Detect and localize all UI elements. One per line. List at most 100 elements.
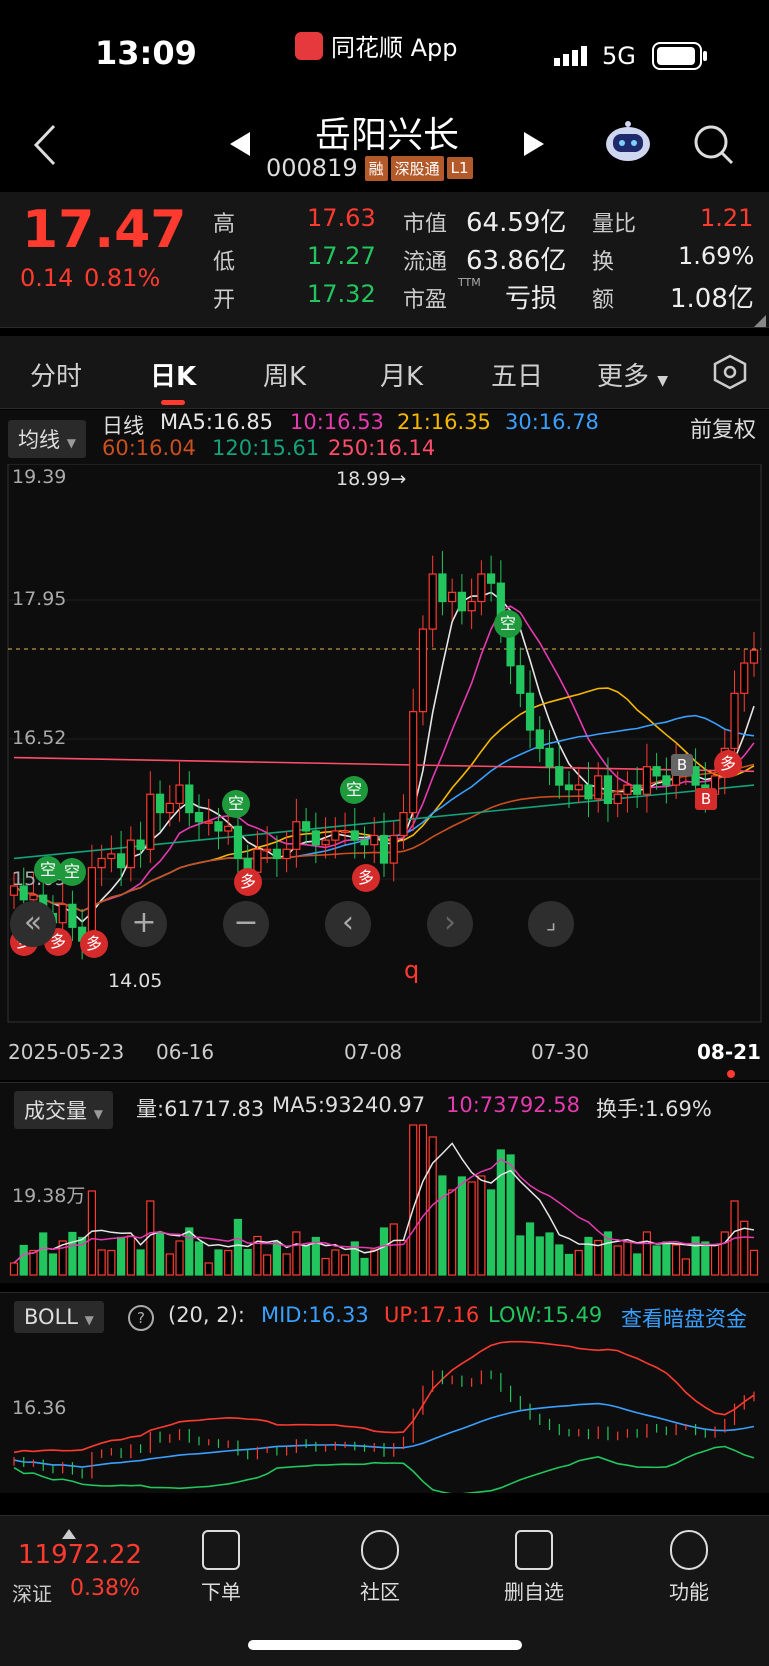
ma120-value: 120:15.61 — [212, 436, 320, 460]
prev-stock-icon[interactable] — [228, 130, 252, 162]
tab-weekly-k[interactable]: 周K — [263, 356, 306, 393]
robot-assistant-icon[interactable] — [603, 118, 653, 168]
candle-body — [428, 573, 437, 630]
volume-bar — [224, 1249, 233, 1276]
prev-icon[interactable]: ‹ — [325, 901, 371, 947]
volume-svg — [9, 1124, 759, 1276]
order-label: 下单 — [201, 1580, 241, 1604]
volume-bar — [292, 1231, 301, 1276]
volume-bar — [19, 1244, 28, 1276]
candle-body — [29, 894, 38, 901]
back-icon[interactable] — [30, 122, 60, 172]
next-stock-icon[interactable] — [522, 130, 546, 162]
candle-body — [545, 747, 554, 768]
tab-daily-k[interactable]: 日K — [150, 356, 196, 393]
ma5-value: MA5:16.85 — [160, 410, 274, 434]
boll-panel[interactable]: BOLL ▼ ? (20, 2): MID:16.33 UP:17.16 LOW… — [0, 1292, 769, 1493]
stock-name: 岳阳兴长 — [315, 115, 460, 156]
signal-duo[interactable]: 多 — [80, 930, 108, 958]
rewind-icon[interactable]: « — [10, 901, 56, 947]
candle-body — [233, 825, 243, 860]
volume-bar — [574, 1249, 583, 1276]
expand-corner-icon[interactable] — [754, 312, 766, 331]
volume-bar — [584, 1236, 593, 1276]
volume-bar — [97, 1249, 106, 1276]
ma21-value: 21:16.35 — [397, 410, 491, 434]
signal-buy-red[interactable]: B — [695, 788, 717, 810]
candle-body — [457, 591, 466, 612]
candle-body — [185, 784, 194, 814]
order-button[interactable]: 下单 — [176, 1530, 266, 1605]
next-icon[interactable]: › — [427, 901, 473, 947]
candle-body — [97, 857, 106, 869]
candle-body — [574, 784, 583, 791]
zoom-out-icon[interactable]: − — [223, 901, 269, 947]
home-indicator — [248, 1640, 522, 1650]
badge-l1: L1 — [446, 157, 473, 179]
pe-value: 亏损 — [505, 284, 558, 314]
signal-kong[interactable]: 空 — [340, 776, 368, 804]
ma60-value: 60:16.04 — [102, 436, 196, 460]
today-dot — [727, 1070, 735, 1078]
volume-bar — [681, 1258, 690, 1276]
index-value[interactable]: 11972.22 — [18, 1540, 142, 1570]
volume-bar — [29, 1249, 38, 1276]
zoom-in-icon[interactable]: + — [121, 901, 167, 947]
fullscreen-icon[interactable]: ⌟ — [528, 901, 574, 947]
signal-duo[interactable]: 多 — [714, 750, 742, 778]
community-button[interactable]: 社区 — [335, 1530, 425, 1605]
candle-body — [740, 662, 749, 694]
volume-bar — [214, 1249, 223, 1276]
volume-bar — [136, 1249, 145, 1276]
function-button[interactable]: 功能 — [644, 1530, 734, 1605]
candle-body — [379, 834, 389, 864]
tab-more[interactable]: 更多 ▼ — [597, 356, 668, 393]
turnover-value: 1.69% — [678, 242, 755, 270]
community-label: 社区 — [360, 1580, 400, 1604]
signal-duo[interactable]: 多 — [234, 868, 262, 896]
signal-kong[interactable]: 空 — [222, 790, 250, 818]
amount-label: 额 — [592, 288, 615, 313]
candle-body — [370, 834, 379, 846]
volume-panel[interactable]: 成交量 ▼ 量:61717.83 MA5:93240.97 10:73792.5… — [0, 1082, 769, 1283]
search-icon[interactable] — [693, 124, 735, 170]
date-axis: 2025-05-23 06-16 07-08 07-30 08-21 — [0, 1024, 769, 1080]
volume-bar — [282, 1253, 291, 1276]
boll-svg — [13, 1340, 755, 1493]
candle-body — [340, 830, 350, 834]
tab-fenshi[interactable]: 分时 — [30, 356, 82, 393]
tab-five-day[interactable]: 五日 — [491, 356, 543, 393]
kline-chart[interactable]: 19.39 17.95 16.52 15.09 18.99→ 14.05 空 空… — [0, 464, 769, 1024]
ma-dropdown-label: 均线 — [18, 428, 60, 452]
candle-body — [691, 766, 700, 786]
ma-dropdown[interactable]: 均线 ▼ — [8, 420, 86, 458]
volume-bar — [496, 1149, 505, 1276]
candle-body — [302, 821, 311, 832]
signal-kong[interactable]: 空 — [58, 858, 86, 886]
function-label: 功能 — [669, 1580, 709, 1604]
low-label: 低 — [213, 250, 236, 275]
candle-body — [535, 729, 544, 749]
signal-buy-grey[interactable]: B — [671, 754, 693, 776]
signal-duo[interactable]: 多 — [352, 864, 380, 892]
volume-bar — [438, 1175, 447, 1276]
pe-label: 市盈 — [403, 288, 448, 313]
amount-value: 1.08亿 — [670, 284, 754, 314]
adjust-mode[interactable]: 前复权 — [690, 412, 756, 444]
remove-watchlist-button[interactable]: 删自选 — [489, 1530, 579, 1605]
volume-bar — [545, 1232, 554, 1276]
candle-body — [214, 821, 223, 832]
high-value: 17.63 — [307, 204, 376, 232]
volume-bar — [467, 1181, 476, 1276]
signal-kong[interactable]: 空 — [494, 610, 522, 638]
candle-body — [292, 821, 301, 850]
volume-bar — [691, 1236, 700, 1276]
candle-body — [399, 811, 408, 837]
app-badge[interactable]: 同花顺 App — [295, 28, 458, 63]
candle-body — [331, 830, 340, 841]
settings-hex-icon[interactable] — [712, 354, 748, 394]
volume-bar — [516, 1235, 525, 1276]
volume-bar — [360, 1257, 369, 1276]
tab-monthly-k[interactable]: 月K — [380, 356, 423, 393]
community-icon — [361, 1530, 399, 1570]
